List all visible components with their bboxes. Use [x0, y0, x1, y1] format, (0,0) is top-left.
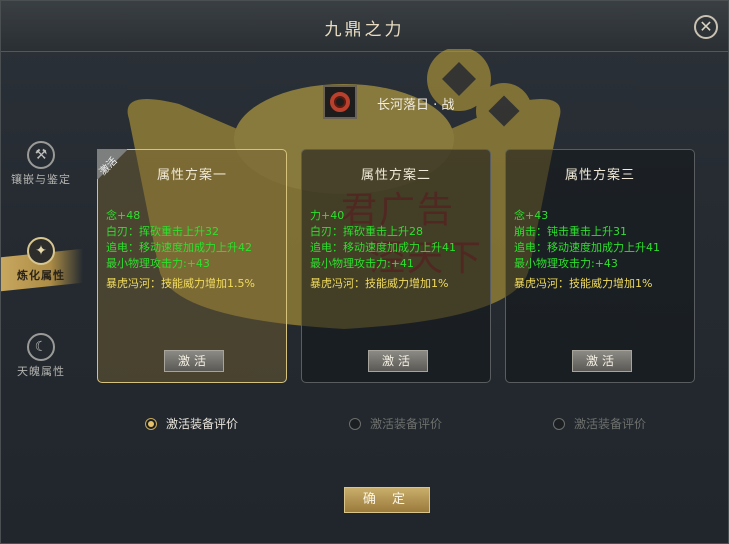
radio-icon — [553, 417, 565, 430]
attr-line: 追电：移动速度加成力上升42 — [106, 241, 252, 254]
attr-list: 力+40 白刃：挥砍重击上升28 追电：移动速度加成力上升41 最小物理攻击力:… — [310, 208, 490, 292]
attr-line: 最小物理攻击力:+43 — [514, 257, 618, 270]
close-button[interactable]: ✕ — [694, 15, 718, 39]
equip-rating-radio-3[interactable]: 激活装备评价 — [553, 415, 646, 432]
moon-icon: ☾ — [27, 333, 55, 361]
dialog-title: 九鼎之力 — [324, 20, 405, 40]
attr-special: 暴虎冯河：技能威力增加1.5% — [106, 277, 255, 290]
attr-line: 念+43 — [514, 209, 549, 222]
sidebar-item-label: 天魄属性 — [17, 365, 65, 378]
attr-line: 最小物理攻击力:+41 — [310, 257, 414, 270]
sidebar-item-label: 镶嵌与鉴定 — [11, 173, 71, 186]
equip-rating-radio-2[interactable]: 激活装备评价 — [349, 415, 442, 432]
plan-panel-2[interactable]: 属性方案二 力+40 白刃：挥砍重击上升28 追电：移动速度加成力上升41 最小… — [301, 149, 491, 383]
radio-label: 激活装备评价 — [574, 417, 647, 431]
plan-title: 属性方案二 — [360, 168, 431, 183]
dialog-window: 九鼎之力 ✕ 君广告 泾天下 ⚒ 镶嵌与鉴定 ✦ 炼化属性 ☾ 天魄属性 长河落… — [0, 0, 729, 544]
attr-line: 追电：移动速度加成力上升41 — [310, 241, 456, 254]
attr-list: 念+48 白刃：挥砍重击上升32 追电：移动速度加成力上升42 最小物理攻击力:… — [106, 208, 286, 292]
sidebar-item-label: 炼化属性 — [17, 269, 65, 282]
title-bar: 九鼎之力 ✕ — [1, 1, 728, 52]
sparkle-icon: ✦ — [27, 237, 55, 265]
radio-icon — [349, 417, 361, 430]
activate-button[interactable]: 激活 — [164, 350, 224, 372]
item-name: 长河落日 · 战 — [377, 98, 455, 113]
attr-line: 最小物理攻击力:+43 — [106, 257, 210, 270]
confirm-button[interactable]: 确 定 — [344, 487, 430, 513]
item-icon-slot[interactable] — [323, 85, 357, 119]
plan-panel-1[interactable]: 激活 属性方案一 念+48 白刃：挥砍重击上升32 追电：移动速度加成力上升42… — [97, 149, 287, 383]
attr-line: 白刃：挥砍重击上升32 — [106, 225, 219, 238]
attr-line: 白刃：挥砍重击上升28 — [310, 225, 423, 238]
sidebar-item-inlay[interactable]: ⚒ 镶嵌与鉴定 — [1, 141, 81, 201]
radio-label: 激活装备评价 — [166, 417, 239, 431]
sidebar-item-soul[interactable]: ☾ 天魄属性 — [1, 333, 81, 393]
radio-label: 激活装备评价 — [370, 417, 443, 431]
attr-line: 崩击：钝击重击上升31 — [514, 225, 627, 238]
plan-panel-3[interactable]: 属性方案三 念+43 崩击：钝击重击上升31 追电：移动速度加成力上升41 最小… — [505, 149, 695, 383]
plan-title: 属性方案三 — [564, 168, 635, 183]
hammer-icon: ⚒ — [27, 141, 55, 169]
plan-title: 属性方案一 — [156, 168, 227, 183]
ring-icon — [330, 92, 350, 112]
activate-button[interactable]: 激活 — [368, 350, 428, 372]
attr-special: 暴虎冯河：技能威力增加1% — [310, 277, 449, 290]
sidebar-item-refine[interactable]: ✦ 炼化属性 — [1, 237, 83, 297]
attr-list: 念+43 崩击：钝击重击上升31 追电：移动速度加成力上升41 最小物理攻击力:… — [514, 208, 694, 292]
radio-icon — [145, 417, 157, 430]
attr-line: 念+48 — [106, 209, 141, 222]
close-icon: ✕ — [699, 17, 713, 36]
attr-line: 追电：移动速度加成力上升41 — [514, 241, 660, 254]
equip-rating-radio-1[interactable]: 激活装备评价 — [145, 415, 238, 432]
activate-button[interactable]: 激活 — [572, 350, 632, 372]
attr-special: 暴虎冯河：技能威力增加1% — [514, 277, 653, 290]
attr-line: 力+40 — [310, 209, 345, 222]
